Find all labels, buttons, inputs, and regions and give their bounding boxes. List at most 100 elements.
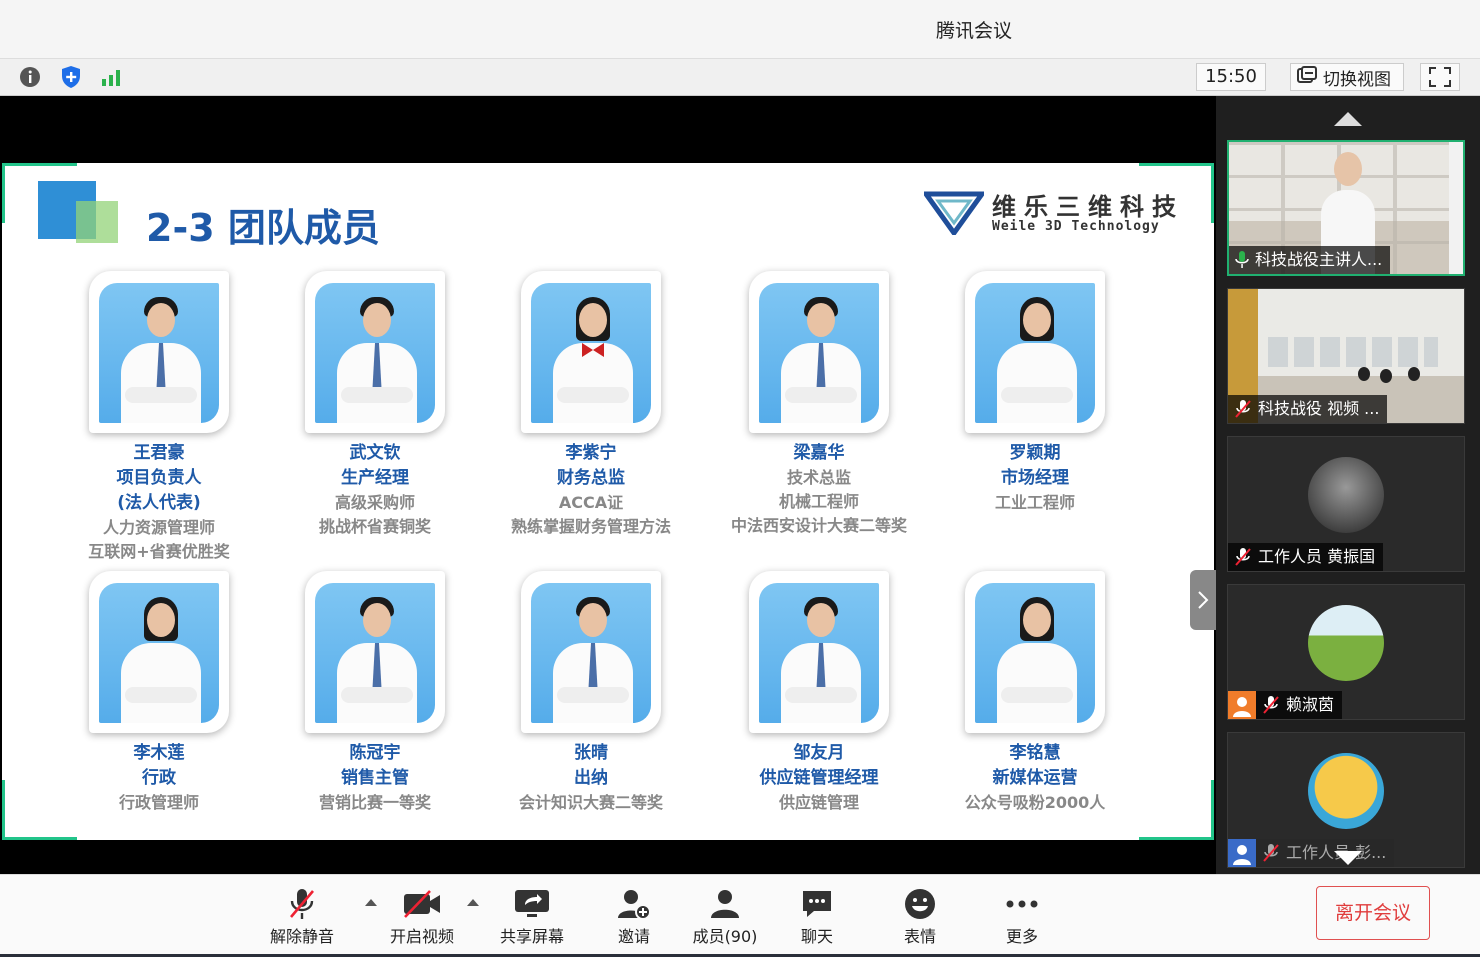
member-name: 李铭慧 xyxy=(1009,743,1061,763)
user-avatar-icon xyxy=(1228,691,1256,719)
logo-text-cn: 维乐三维科技 xyxy=(992,192,1184,221)
emoji-button[interactable]: 表情 xyxy=(880,885,960,947)
member-credential: 公众号吸粉2000人 xyxy=(964,793,1106,812)
members-button[interactable]: 成员(90) xyxy=(685,885,765,947)
team-member-card: 李紫宁 财务总监 ACCA证 熟练掌握财务管理方法 xyxy=(496,271,686,539)
member-photo-frame xyxy=(89,271,229,433)
participant-label: 科技战役 视频 ... xyxy=(1228,395,1388,423)
security-shield-icon[interactable] xyxy=(59,65,83,89)
video-tile[interactable]: 赖淑茵 xyxy=(1227,584,1465,720)
member-photo xyxy=(759,583,879,723)
share-screen-label: 共享屏幕 xyxy=(499,927,564,946)
member-photo xyxy=(99,283,219,423)
avatar xyxy=(1308,457,1384,533)
member-role: 出纳 xyxy=(574,768,608,788)
member-credential: 熟练掌握财务管理方法 xyxy=(510,517,671,536)
member-photo xyxy=(759,283,879,423)
slide-corner xyxy=(1139,780,1214,840)
signal-strength-icon[interactable] xyxy=(100,65,124,89)
camera-off-icon xyxy=(382,885,462,923)
participant-label: 工作人员 黄振国 xyxy=(1228,543,1384,571)
member-role: 行政 xyxy=(142,768,176,788)
avatar xyxy=(1308,753,1384,829)
member-photo xyxy=(315,583,435,723)
audio-options-caret-icon[interactable] xyxy=(365,899,377,906)
member-credential: 人力资源管理师 xyxy=(102,518,215,537)
mic-muted-icon xyxy=(1263,844,1279,862)
member-photo xyxy=(99,583,219,723)
members-icon xyxy=(685,885,765,923)
member-role: 新媒体运营 xyxy=(992,768,1078,788)
video-tile[interactable]: 科技战役主讲人... xyxy=(1227,140,1465,276)
member-credential: ACCA证 xyxy=(558,493,624,512)
scroll-down-icon[interactable] xyxy=(1334,851,1362,865)
emoji-icon xyxy=(880,885,960,923)
team-member-card: 梁嘉华 技术总监 机械工程师 中法西安设计大赛二等奖 xyxy=(724,271,914,538)
team-member-card: 李铭慧新媒体运营公众号吸粉2000人 xyxy=(940,571,1130,815)
team-member-card: 王君豪 项目负责人 (法人代表) 人力资源管理师 互联网+省赛优胜奖 xyxy=(64,271,254,564)
participant-label: 科技战役主讲人... xyxy=(1229,246,1391,274)
member-photo-frame xyxy=(965,271,1105,433)
info-icon[interactable] xyxy=(18,65,42,89)
switch-view-button[interactable]: 切换视图 xyxy=(1290,63,1404,91)
start-video-button[interactable]: 开启视频 xyxy=(382,885,462,947)
invite-icon xyxy=(594,885,674,923)
member-photo-frame xyxy=(521,571,661,733)
member-name: 罗颖期 xyxy=(1009,443,1061,463)
member-name: 李木莲 xyxy=(133,743,185,763)
presentation-slide: 2-3 团队成员 维乐三维科技 Weile 3D Technology 王君豪项… xyxy=(2,163,1214,840)
member-photo xyxy=(975,583,1095,723)
share-screen-icon xyxy=(492,885,572,923)
chat-button[interactable]: 聊天 xyxy=(777,885,857,947)
member-credential: 供应链管理 xyxy=(778,793,859,812)
video-tile[interactable]: 工作人员 黄振国 xyxy=(1227,436,1465,572)
invite-label: 邀请 xyxy=(617,927,650,946)
member-name: 张晴 xyxy=(574,743,608,763)
member-role: 供应链管理经理 xyxy=(759,768,879,788)
unmute-label: 解除静音 xyxy=(269,927,334,946)
mic-muted-icon xyxy=(1235,400,1251,418)
member-credential: 挑战杯省赛铜奖 xyxy=(318,517,431,536)
member-name: 李紫宁 xyxy=(565,443,617,463)
scroll-up-icon[interactable] xyxy=(1334,112,1362,126)
team-member-card: 罗颖期 市场经理 工业工程师 xyxy=(940,271,1130,515)
switch-view-icon xyxy=(1297,65,1317,89)
video-tile[interactable]: 科技战役 视频 ... xyxy=(1227,288,1465,424)
window-titlebar: 腾讯会议 xyxy=(0,0,1480,58)
mic-muted-icon xyxy=(1263,696,1279,714)
member-photo-frame xyxy=(305,271,445,433)
more-dots-icon xyxy=(982,885,1062,923)
member-name: 邹友月 xyxy=(793,743,845,763)
member-photo xyxy=(531,583,651,723)
team-member-card: 邹友月供应链管理经理 供应链管理 xyxy=(724,571,914,815)
member-credential: 机械工程师 xyxy=(778,492,859,511)
member-role: 销售主管 xyxy=(341,768,409,788)
member-photo-frame xyxy=(305,571,445,733)
meeting-clock: 15:50 xyxy=(1196,63,1266,91)
slide-title: 2-3 团队成员 xyxy=(146,206,380,250)
member-photo-frame xyxy=(749,271,889,433)
meeting-toolbar: 解除静音 开启视频 共享屏幕 邀请 成员(90) 聊天 表情 更多 离开会议 xyxy=(0,874,1480,957)
unmute-button[interactable]: 解除静音 xyxy=(262,885,342,947)
video-tile[interactable]: 工作人员 彭... xyxy=(1227,732,1465,868)
participant-label: 赖淑茵 xyxy=(1228,691,1343,719)
chat-icon xyxy=(777,885,857,923)
member-photo-frame xyxy=(521,271,661,433)
mic-muted-icon xyxy=(1235,548,1251,566)
window-title: 腾讯会议 xyxy=(935,20,1012,42)
leave-meeting-button[interactable]: 离开会议 xyxy=(1316,886,1430,940)
member-credential: 互联网+省赛优胜奖 xyxy=(88,542,230,561)
user-avatar-icon xyxy=(1228,839,1256,867)
video-options-caret-icon[interactable] xyxy=(467,899,479,906)
more-button[interactable]: 更多 xyxy=(982,885,1062,947)
company-logo: 维乐三维科技 Weile 3D Technology xyxy=(922,185,1192,241)
member-photo-frame xyxy=(749,571,889,733)
member-role: 项目负责人 xyxy=(116,468,202,488)
invite-button[interactable]: 邀请 xyxy=(594,885,674,947)
next-page-button[interactable] xyxy=(1190,570,1216,630)
shared-screen: 2-3 团队成员 维乐三维科技 Weile 3D Technology 王君豪项… xyxy=(0,96,1216,874)
meeting-infobar: 15:50 切换视图 xyxy=(0,58,1480,96)
fullscreen-icon[interactable] xyxy=(1420,63,1460,91)
share-screen-button[interactable]: 共享屏幕 xyxy=(492,885,572,947)
member-photo xyxy=(531,283,651,423)
